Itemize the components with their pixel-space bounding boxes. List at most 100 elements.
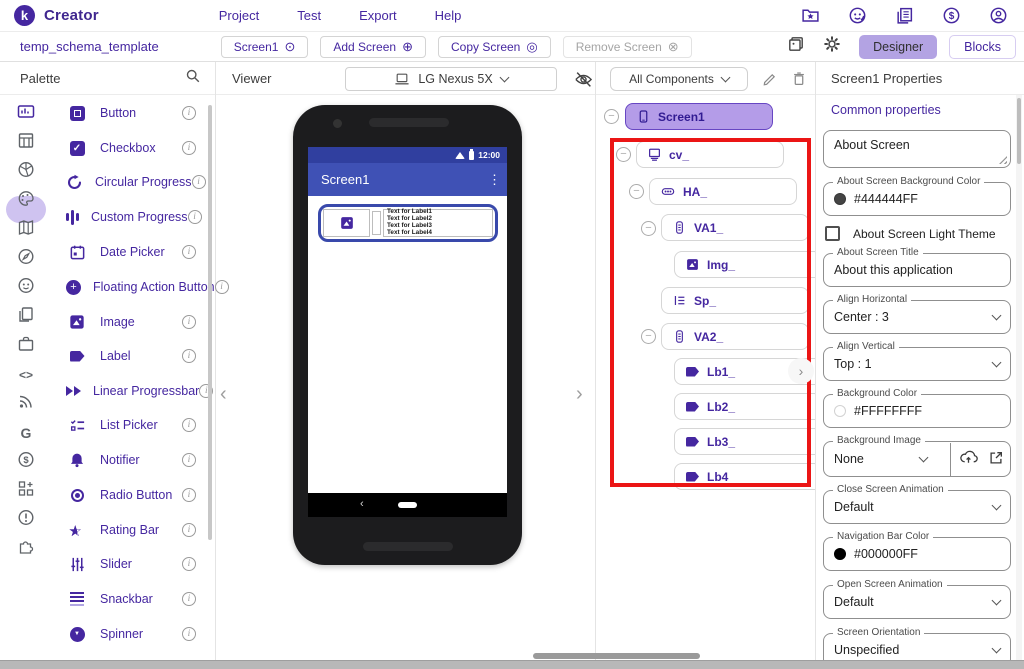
- page-horizontal-scrollbar[interactable]: [0, 660, 1024, 669]
- info-icon[interactable]: i: [182, 557, 196, 571]
- tab-designer[interactable]: Designer: [859, 35, 937, 59]
- rename-component-icon[interactable]: [762, 71, 778, 92]
- collapse-left-arrow[interactable]: ‹: [220, 384, 227, 404]
- category-utilities-icon[interactable]: [17, 335, 35, 358]
- menu-export[interactable]: Export: [359, 8, 397, 23]
- info-icon[interactable]: i: [182, 141, 196, 155]
- palette-item-radio-button[interactable]: Radio Button i: [52, 480, 208, 510]
- palette-item-notifier[interactable]: Notifier i: [52, 445, 208, 475]
- spacer-component[interactable]: [372, 211, 381, 235]
- info-icon[interactable]: i: [182, 592, 196, 606]
- category-maps-icon[interactable]: [17, 219, 35, 242]
- menu-help[interactable]: Help: [435, 8, 462, 23]
- cardview-component[interactable]: Text for Label1 Text for Label2 Text for…: [318, 204, 498, 242]
- collapse-node-icon[interactable]: −: [641, 221, 656, 236]
- docs-icon[interactable]: [895, 6, 914, 25]
- info-icon[interactable]: i: [182, 315, 196, 329]
- category-google-icon[interactable]: G: [21, 425, 32, 441]
- add-screen-button[interactable]: Add Screen⊕: [320, 36, 426, 58]
- palette-item-image[interactable]: Image i: [52, 307, 208, 337]
- category-social-icon[interactable]: [17, 277, 35, 300]
- align-vertical-field[interactable]: Align Vertical Top : 1: [823, 347, 1011, 381]
- projects-folder-icon[interactable]: [801, 6, 820, 25]
- palette-item-custom-progress[interactable]: Custom Progress i: [52, 202, 208, 232]
- search-icon[interactable]: [185, 68, 201, 89]
- palette-item-list-picker[interactable]: List Picker i: [52, 410, 208, 440]
- labels-container[interactable]: Text for Label1 Text for Label2 Text for…: [383, 209, 493, 237]
- screen-selector-button[interactable]: Screen1⊙: [221, 36, 309, 58]
- support-icon[interactable]: [848, 6, 867, 25]
- delete-component-icon[interactable]: [791, 71, 807, 92]
- about-screen-bg-color-field[interactable]: About Screen Background Color #444444FF: [823, 182, 1011, 216]
- category-layout-icon[interactable]: [17, 132, 35, 155]
- palette-item-date-picker[interactable]: Date Picker i: [52, 237, 208, 267]
- screen-content[interactable]: Text for Label1 Text for Label2 Text for…: [308, 196, 507, 493]
- align-horizontal-field[interactable]: Align Horizontal Center : 3: [823, 300, 1011, 334]
- background-image-field[interactable]: Background Image None: [823, 441, 1011, 477]
- tree-node-ha[interactable]: HA_: [649, 178, 797, 205]
- image-component[interactable]: [323, 209, 370, 237]
- phone-screen[interactable]: 12:00 Screen1 ⋮ Text for Label1 Text for…: [308, 147, 507, 517]
- collapse-node-icon[interactable]: −: [604, 109, 619, 124]
- info-icon[interactable]: i: [188, 210, 202, 224]
- tree-node-lb2[interactable]: Lb2_: [674, 393, 815, 420]
- category-experimental-icon[interactable]: [17, 509, 35, 532]
- common-properties-link[interactable]: Common properties: [831, 103, 941, 117]
- palette-item-button[interactable]: Button i: [52, 98, 208, 128]
- collapse-node-icon[interactable]: −: [629, 184, 644, 199]
- palette-item-slider[interactable]: Slider i: [52, 549, 208, 579]
- category-user-interface-icon[interactable]: [17, 103, 35, 126]
- account-icon[interactable]: [989, 6, 1008, 25]
- screen-orientation-field[interactable]: Screen Orientation Unspecified: [823, 633, 1011, 660]
- category-extension-icon[interactable]: [17, 480, 35, 503]
- about-screen-textarea[interactable]: About Screen: [823, 130, 1011, 168]
- tree-node-img[interactable]: Img_: [674, 251, 815, 278]
- tree-node-va1[interactable]: VA1_: [661, 214, 809, 241]
- tree-node-lb3[interactable]: Lb3_: [674, 428, 815, 455]
- settings-gear-icon[interactable]: [823, 35, 841, 58]
- category-storage-icon[interactable]: [17, 306, 35, 329]
- info-icon[interactable]: i: [215, 280, 229, 294]
- collapse-node-icon[interactable]: −: [616, 147, 631, 162]
- info-icon[interactable]: i: [182, 245, 196, 259]
- info-icon[interactable]: i: [182, 488, 196, 502]
- overflow-menu-icon[interactable]: ⋮: [488, 172, 501, 188]
- hide-markers-icon[interactable]: [574, 70, 593, 94]
- nav-back-icon[interactable]: ‹: [360, 499, 364, 510]
- properties-scrollbar-track[interactable]: [1016, 95, 1022, 660]
- open-screen-animation-field[interactable]: Open Screen Animation Default: [823, 585, 1011, 619]
- palette-item-label[interactable]: Label i: [52, 341, 208, 371]
- tree-node-cv[interactable]: cv_: [636, 141, 784, 168]
- info-icon[interactable]: i: [192, 175, 206, 189]
- tab-blocks[interactable]: Blocks: [949, 35, 1016, 59]
- menu-project[interactable]: Project: [219, 8, 259, 23]
- info-icon[interactable]: i: [182, 106, 196, 120]
- palette-item-snackbar[interactable]: Snackbar i: [52, 584, 208, 614]
- category-dynamic-icon[interactable]: <>: [19, 368, 33, 382]
- palette-item-linear-progressbar[interactable]: Linear Progressbar i: [52, 376, 208, 406]
- menu-test[interactable]: Test: [297, 8, 321, 23]
- info-icon[interactable]: i: [182, 349, 196, 363]
- light-theme-checkbox[interactable]: [825, 226, 840, 241]
- info-icon[interactable]: i: [182, 453, 196, 467]
- expand-right-arrow[interactable]: ›: [576, 384, 583, 404]
- info-icon[interactable]: i: [182, 418, 196, 432]
- category-sensors-icon[interactable]: [17, 248, 35, 271]
- category-connectivity-icon[interactable]: [17, 393, 35, 416]
- tree-scroll-right-button[interactable]: ›: [788, 358, 814, 384]
- resize-handle[interactable]: [999, 156, 1007, 164]
- category-monetization-icon[interactable]: $: [17, 451, 35, 474]
- screens-overview-icon[interactable]: [787, 35, 805, 58]
- category-addons-icon[interactable]: [17, 538, 35, 561]
- open-asset-icon[interactable]: [988, 450, 1004, 469]
- label-component[interactable]: Text for Label4: [387, 230, 489, 237]
- about-screen-title-field[interactable]: About Screen Title About this applicatio…: [823, 253, 1011, 287]
- palette-item-rating-bar[interactable]: Rating Bar i: [52, 515, 208, 545]
- info-icon[interactable]: i: [182, 627, 196, 641]
- palette-item-checkbox[interactable]: ✓ Checkbox i: [52, 133, 208, 163]
- palette-scrollbar[interactable]: [208, 105, 212, 540]
- category-drawing-icon[interactable]: [17, 190, 35, 213]
- background-color-field[interactable]: Background Color #FFFFFFFF: [823, 394, 1011, 428]
- remove-screen-button[interactable]: Remove Screen⊗: [563, 36, 692, 58]
- category-media-icon[interactable]: [17, 161, 35, 184]
